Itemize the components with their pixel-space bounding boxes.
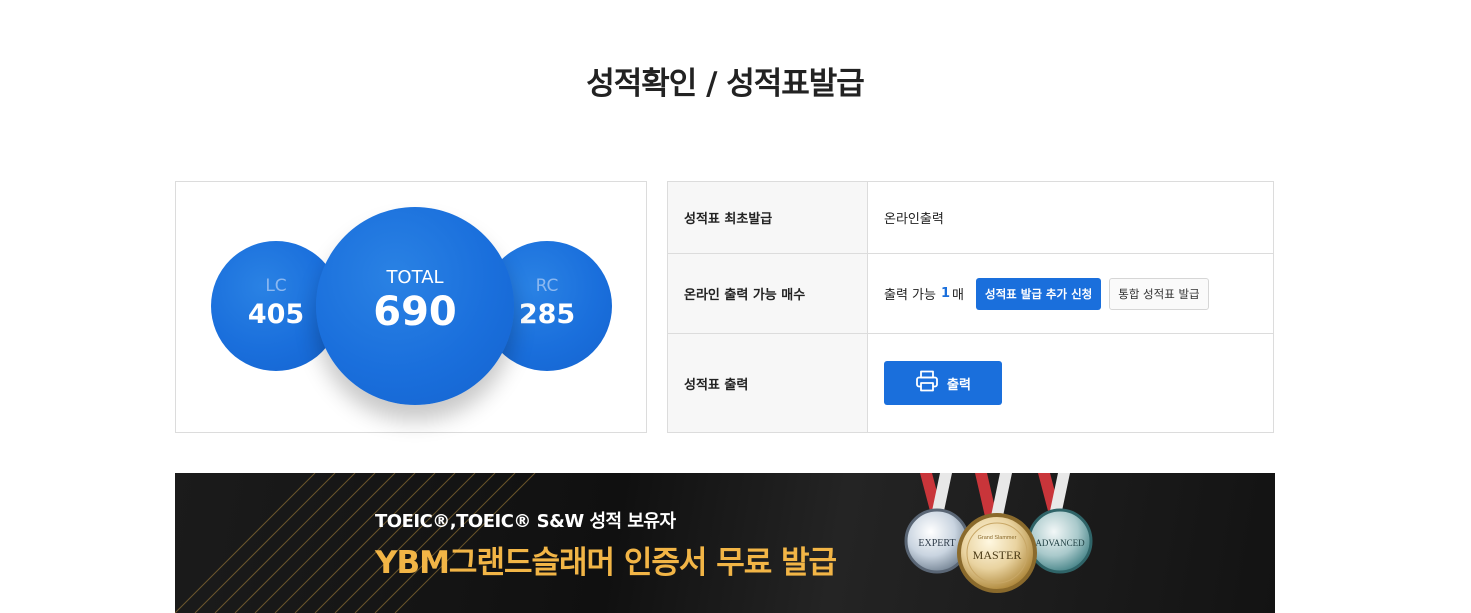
table-row-first-issue: 성적표 최초발급 온라인출력 bbox=[668, 182, 1273, 254]
total-score-label: TOTAL bbox=[386, 267, 444, 288]
print-available-unit: 매 bbox=[952, 288, 964, 303]
request-additional-report-button[interactable]: 성적표 발급 추가 신청 bbox=[976, 277, 1102, 310]
expert-medal-label: EXPERT bbox=[918, 538, 955, 549]
table-row-online-print-count: 온라인 출력 가능 매수 출력 가능 1 매 성적표 발급 추가 신청 통합 성… bbox=[668, 254, 1273, 334]
online-print-count-header: 온라인 출력 가능 매수 bbox=[668, 254, 868, 333]
print-available-label: 출력 가능 bbox=[884, 288, 936, 303]
print-available-count: 1 bbox=[940, 286, 951, 301]
medal-badge-text: Grand Slammer bbox=[978, 535, 1017, 541]
print-button-label: 출력 bbox=[947, 377, 971, 393]
banner-subtitle: TOEIC®,TOEIC® S&W 성적 보유자 bbox=[375, 511, 676, 532]
printer-icon bbox=[915, 370, 939, 396]
banner-title: YBM그랜드슬래머 인증서 무료 발급 bbox=[375, 545, 837, 581]
integrated-report-button[interactable]: 통합 성적표 발급 bbox=[1109, 277, 1209, 310]
online-print-count-cell: 출력 가능 1 매 성적표 발급 추가 신청 통합 성적표 발급 bbox=[868, 254, 1273, 333]
total-score-value: 690 bbox=[373, 289, 457, 335]
print-report-header: 성적표 출력 bbox=[668, 334, 868, 432]
score-summary-panel: LC 405 RC 285 TOTAL 690 bbox=[175, 181, 647, 433]
print-report-cell: 출력 bbox=[868, 334, 1273, 432]
table-row-print-report: 성적표 출력 출력 bbox=[668, 334, 1273, 432]
score-report-info-table: 성적표 최초발급 온라인출력 온라인 출력 가능 매수 출력 가능 1 매 성적… bbox=[667, 181, 1274, 433]
master-medal-label: MASTER bbox=[973, 548, 1022, 562]
grand-slammer-promo-banner[interactable]: TOEIC®,TOEIC® S&W 성적 보유자 YBM그랜드슬래머 인증서 무… bbox=[175, 473, 1275, 613]
grand-slammer-medals-image: EXPERT ADVANCED Grand Slammer MASTER bbox=[904, 473, 1093, 593]
advanced-medal-label: ADVANCED bbox=[1035, 538, 1085, 548]
first-issue-header: 성적표 최초발급 bbox=[668, 182, 868, 253]
total-score-circle: TOTAL 690 bbox=[316, 207, 514, 405]
print-button[interactable]: 출력 bbox=[884, 361, 1002, 405]
first-issue-value: 온라인출력 bbox=[884, 212, 944, 227]
page-title: 성적확인 / 성적표발급 bbox=[586, 66, 865, 102]
